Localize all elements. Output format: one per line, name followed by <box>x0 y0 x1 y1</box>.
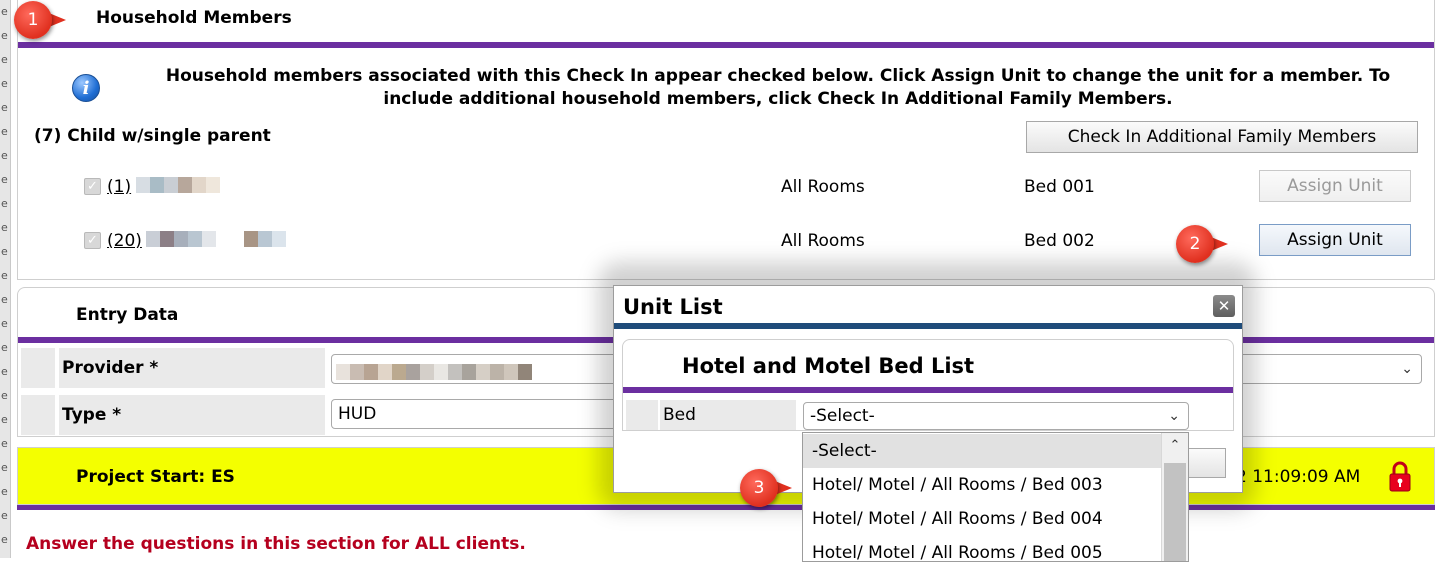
member-room: All Rooms <box>781 177 865 197</box>
member-bed: Bed 001 <box>1024 177 1095 197</box>
callout-number: 2 <box>1176 225 1214 263</box>
member-checkbox[interactable]: ✓ <box>84 232 101 249</box>
dropdown-option[interactable]: Hotel/ Motel / All Rooms / Bed 005 <box>803 536 1161 561</box>
dropdown-option[interactable]: Hotel/ Motel / All Rooms / Bed 004 <box>803 502 1161 536</box>
type-select[interactable]: HUD <box>331 399 621 429</box>
chevron-down-icon: ⌄ <box>1401 361 1413 377</box>
left-gutter: eee eee eee eee eee eee eee ee <box>0 0 11 558</box>
dropdown-scrollbar[interactable]: ⌃ <box>1161 433 1188 561</box>
dropdown-option[interactable]: -Select- <box>803 434 1161 468</box>
modal-title-bar <box>614 323 1242 329</box>
section-divider <box>623 387 1233 393</box>
scrollbar-thumb[interactable] <box>1164 463 1186 561</box>
entry-data-title: Entry Data <box>76 305 179 325</box>
assign-unit-button[interactable]: Assign Unit <box>1259 170 1411 202</box>
project-start-title: Project Start: ES <box>76 467 235 487</box>
household-info-text: Household members associated with this C… <box>165 66 1391 109</box>
redacted-name <box>146 231 286 247</box>
row-stub <box>21 348 55 388</box>
modal-title: Unit List <box>623 295 723 319</box>
chevron-up-icon[interactable]: ⌃ <box>1162 433 1188 459</box>
bed-dropdown-list: -Select- Hotel/ Motel / All Rooms / Bed … <box>802 432 1189 562</box>
section-divider <box>18 42 1434 48</box>
bed-select-value: -Select- <box>810 406 875 426</box>
assign-unit-button[interactable]: Assign Unit <box>1259 224 1411 256</box>
bed-select[interactable]: -Select- ⌄ <box>803 402 1189 430</box>
bed-list-title: Hotel and Motel Bed List <box>682 354 975 378</box>
provider-label: Provider * <box>59 348 325 388</box>
household-members-title: Household Members <box>96 8 292 28</box>
row-stub <box>626 400 658 430</box>
lock-icon <box>1389 461 1411 492</box>
bed-list-panel: Hotel and Motel Bed List Bed -Select- ⌄ <box>622 339 1234 431</box>
member-checkbox[interactable]: ✓ <box>84 178 101 195</box>
member-link[interactable]: (20) <box>107 231 142 251</box>
redacted-name <box>136 177 220 193</box>
member-link[interactable]: (1) <box>107 177 131 197</box>
bed-label: Bed <box>660 400 796 430</box>
member-room: All Rooms <box>781 231 865 251</box>
callout-number: 1 <box>14 1 52 39</box>
dropdown-option[interactable]: Hotel/ Motel / All Rooms / Bed 003 <box>803 468 1161 502</box>
member-bed: Bed 002 <box>1024 231 1095 251</box>
callout-number: 3 <box>740 469 778 507</box>
section-note: Answer the questions in this section for… <box>26 534 526 554</box>
chevron-down-icon: ⌄ <box>1168 408 1180 424</box>
member-row: ✓ (1) All Rooms Bed 001 Assign Unit <box>18 170 1434 204</box>
type-label: Type * <box>59 395 325 435</box>
close-icon[interactable]: ✕ <box>1213 295 1235 317</box>
info-icon: i <box>72 74 100 102</box>
row-stub <box>21 395 55 435</box>
check-in-additional-family-members-button[interactable]: Check In Additional Family Members <box>1026 121 1418 153</box>
household-group-label: (7) Child w/single parent <box>34 126 271 146</box>
redacted-provider <box>336 361 532 380</box>
